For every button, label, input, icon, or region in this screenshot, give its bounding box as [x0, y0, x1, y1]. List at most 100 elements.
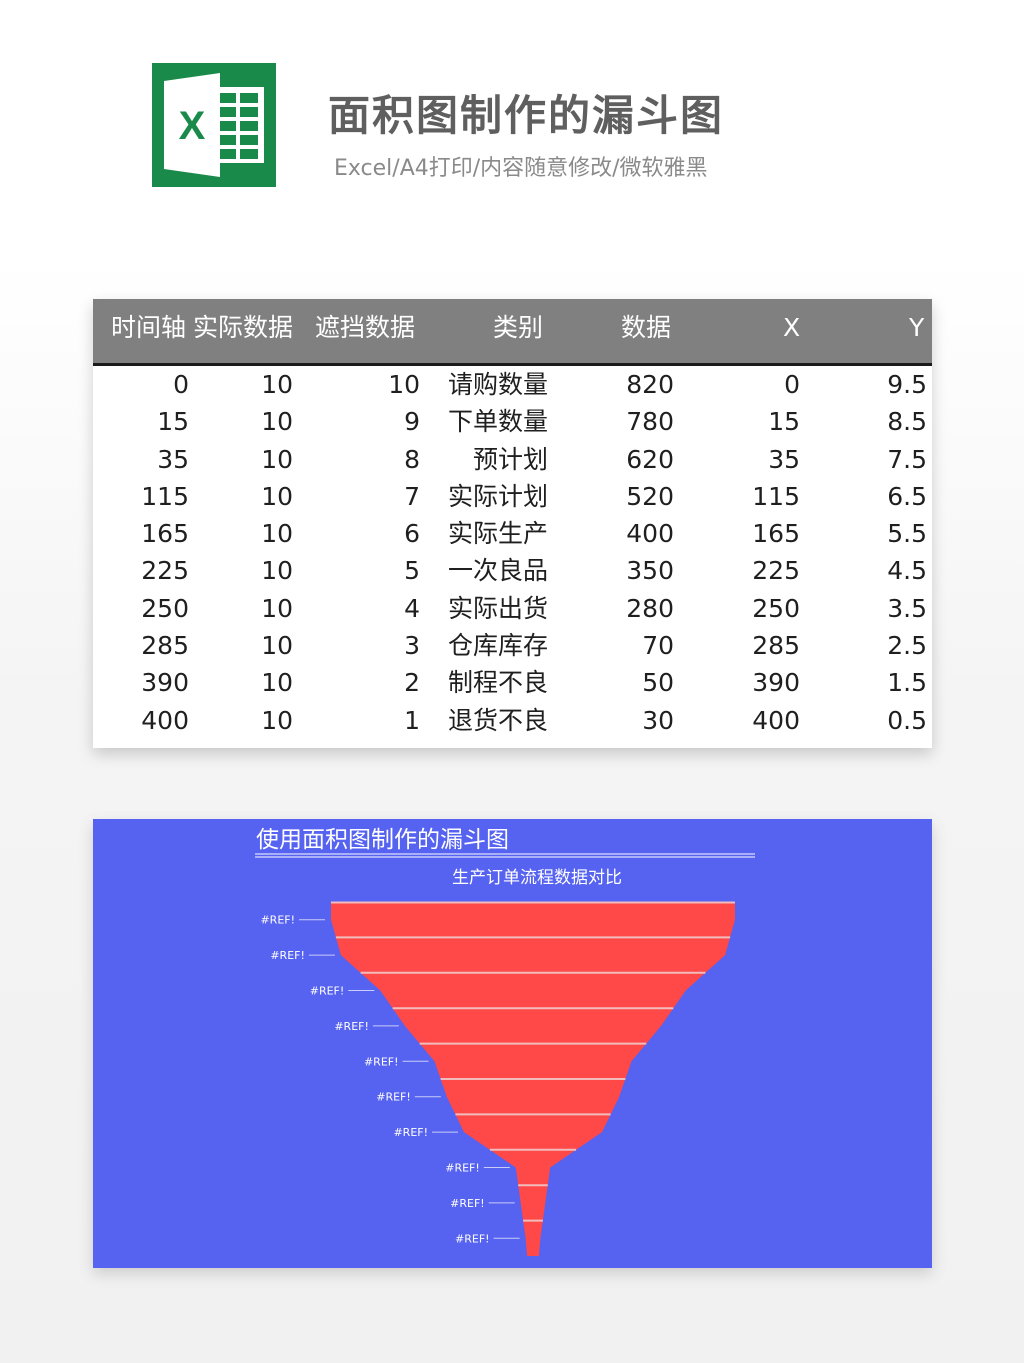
- funnel-data-label: #REF!: [270, 949, 305, 962]
- cell-value: 350: [626, 556, 674, 586]
- cell-actual: 10: [261, 370, 293, 399]
- logo-letter: X: [179, 104, 206, 148]
- funnel-data-label: #REF!: [445, 1162, 480, 1175]
- cell-x: 285: [752, 631, 800, 661]
- col-header-actual: 实际数据: [193, 313, 294, 342]
- col-header-x: X: [783, 313, 801, 342]
- cell-actual: 10: [261, 631, 293, 661]
- cell-x: 115: [752, 481, 800, 511]
- table-row: 390 10 2 制程不良 50 390 1.5: [93, 664, 932, 701]
- funnel-data-label: #REF!: [260, 914, 295, 927]
- cell-y: 5.5: [887, 519, 927, 549]
- funnel-chart: 使用面积图制作的漏斗图 生产订单流程数据对比 #REF! #REF! #REF! #R…: [93, 819, 932, 1268]
- cell-category: 退货不良: [447, 705, 548, 735]
- cell-category: 预计划: [472, 444, 548, 474]
- cell-timeline: 15: [157, 407, 189, 437]
- page-title: 面积图制作的漏斗图: [328, 91, 725, 140]
- page-subtitle: Excel/A4打印/内容随意修改/微软雅黑: [334, 156, 708, 181]
- data-table: 时间轴 实际数据 遮挡数据 类别 数据 X Y 0 10 10 请购数量 820 0 9.5…: [93, 299, 932, 748]
- cell-timeline: 250: [141, 593, 189, 623]
- cell-actual: 10: [261, 407, 293, 437]
- funnel-data-label: #REF!: [310, 985, 345, 998]
- table-body: 0 10 10 请购数量 820 0 9.5 15 10 9 下单数量 780 15 8.5 35 10 8 预计…: [93, 366, 932, 739]
- col-header-mask: 遮挡数据: [315, 313, 416, 342]
- cell-timeline: 165: [141, 519, 189, 549]
- col-header-category: 类别: [493, 313, 544, 342]
- cell-value: 30: [642, 705, 674, 735]
- cell-actual: 10: [261, 668, 293, 698]
- cell-value: 400: [626, 519, 674, 549]
- cell-actual: 10: [261, 444, 293, 474]
- cell-value: 520: [626, 481, 674, 511]
- table-row: 400 10 1 退货不良 30 400 0.5: [93, 702, 932, 739]
- cell-value: 70: [642, 631, 674, 661]
- cell-value: 280: [626, 593, 674, 623]
- cell-timeline: 115: [141, 481, 189, 511]
- cell-y: 8.5: [887, 407, 927, 437]
- cell-category: 仓库库存: [447, 631, 548, 661]
- cell-timeline: 390: [141, 668, 189, 698]
- cell-timeline: 285: [141, 631, 189, 661]
- table-header: 时间轴 实际数据 遮挡数据 类别 数据 X Y: [93, 299, 932, 366]
- cell-value: 780: [626, 407, 674, 437]
- cell-value: 620: [626, 444, 674, 474]
- cell-y: 7.5: [887, 444, 927, 474]
- cell-x: 250: [752, 593, 800, 623]
- funnel-data-label: #REF!: [364, 1055, 399, 1068]
- table-row: 15 10 9 下单数量 780 15 8.5: [93, 403, 932, 440]
- table-row: 250 10 4 实际出货 280 250 3.5: [93, 590, 932, 627]
- cell-mask: 1: [404, 705, 420, 735]
- cell-timeline: 400: [141, 705, 189, 735]
- col-header-y: Y: [909, 313, 925, 342]
- cell-value: 820: [626, 370, 674, 399]
- cell-y: 4.5: [887, 556, 927, 586]
- cell-category: 制程不良: [447, 668, 548, 698]
- cell-y: 6.5: [887, 481, 927, 511]
- cell-actual: 10: [261, 519, 293, 549]
- cell-value: 50: [642, 668, 674, 698]
- table-row: 0 10 10 请购数量 820 0 9.5: [93, 366, 932, 403]
- cell-actual: 10: [261, 593, 293, 623]
- chart-subtitle: 生产订单流程数据对比: [452, 868, 622, 888]
- cell-mask: 6: [404, 519, 420, 549]
- table-row: 115 10 7 实际计划 520 115 6.5: [93, 478, 932, 515]
- funnel-chart-svg: 使用面积图制作的漏斗图 生产订单流程数据对比 #REF! #REF! #REF! #R…: [255, 827, 755, 1256]
- cell-mask: 9: [404, 407, 420, 437]
- col-header-timeline: 时间轴: [111, 313, 187, 342]
- cell-x: 15: [768, 407, 800, 437]
- table-row: 285 10 3 仓库库存 70 285 2.5: [93, 627, 932, 664]
- col-header-value: 数据: [621, 313, 672, 342]
- cell-mask: 3: [404, 631, 420, 661]
- funnel-data-label: #REF!: [455, 1232, 490, 1245]
- funnel-data-label: #REF!: [376, 1091, 411, 1104]
- cell-actual: 10: [261, 481, 293, 511]
- cell-y: 0.5: [887, 705, 927, 735]
- cell-category: 一次良品: [447, 556, 548, 586]
- chart-title: 使用面积图制作的漏斗图: [256, 827, 509, 853]
- cell-category: 实际出货: [447, 593, 548, 623]
- cell-y: 9.5: [887, 370, 927, 399]
- cell-mask: 2: [404, 668, 420, 698]
- cell-mask: 10: [388, 370, 420, 399]
- table-row: 165 10 6 实际生产 400 165 5.5: [93, 515, 932, 552]
- cell-x: 165: [752, 519, 800, 549]
- funnel-data-label: #REF!: [393, 1126, 428, 1139]
- cell-category: 实际计划: [447, 481, 548, 511]
- cell-mask: 4: [404, 593, 420, 623]
- cell-x: 35: [768, 444, 800, 474]
- table-row: 35 10 8 预计划 620 35 7.5: [93, 441, 932, 478]
- cell-timeline: 225: [141, 556, 189, 586]
- cell-timeline: 0: [173, 370, 189, 399]
- cell-y: 3.5: [887, 593, 927, 623]
- cell-actual: 10: [261, 556, 293, 586]
- table-row: 225 10 5 一次良品 350 225 4.5: [93, 552, 932, 589]
- funnel-data-label: #REF!: [334, 1020, 369, 1033]
- cell-category: 请购数量: [447, 370, 548, 399]
- cell-y: 1.5: [887, 668, 927, 698]
- cell-x: 225: [752, 556, 800, 586]
- excel-icon: X: [152, 63, 276, 187]
- cell-mask: 5: [404, 556, 420, 586]
- funnel-data-label: #REF!: [450, 1197, 485, 1210]
- cell-timeline: 35: [157, 444, 189, 474]
- cell-mask: 7: [404, 481, 420, 511]
